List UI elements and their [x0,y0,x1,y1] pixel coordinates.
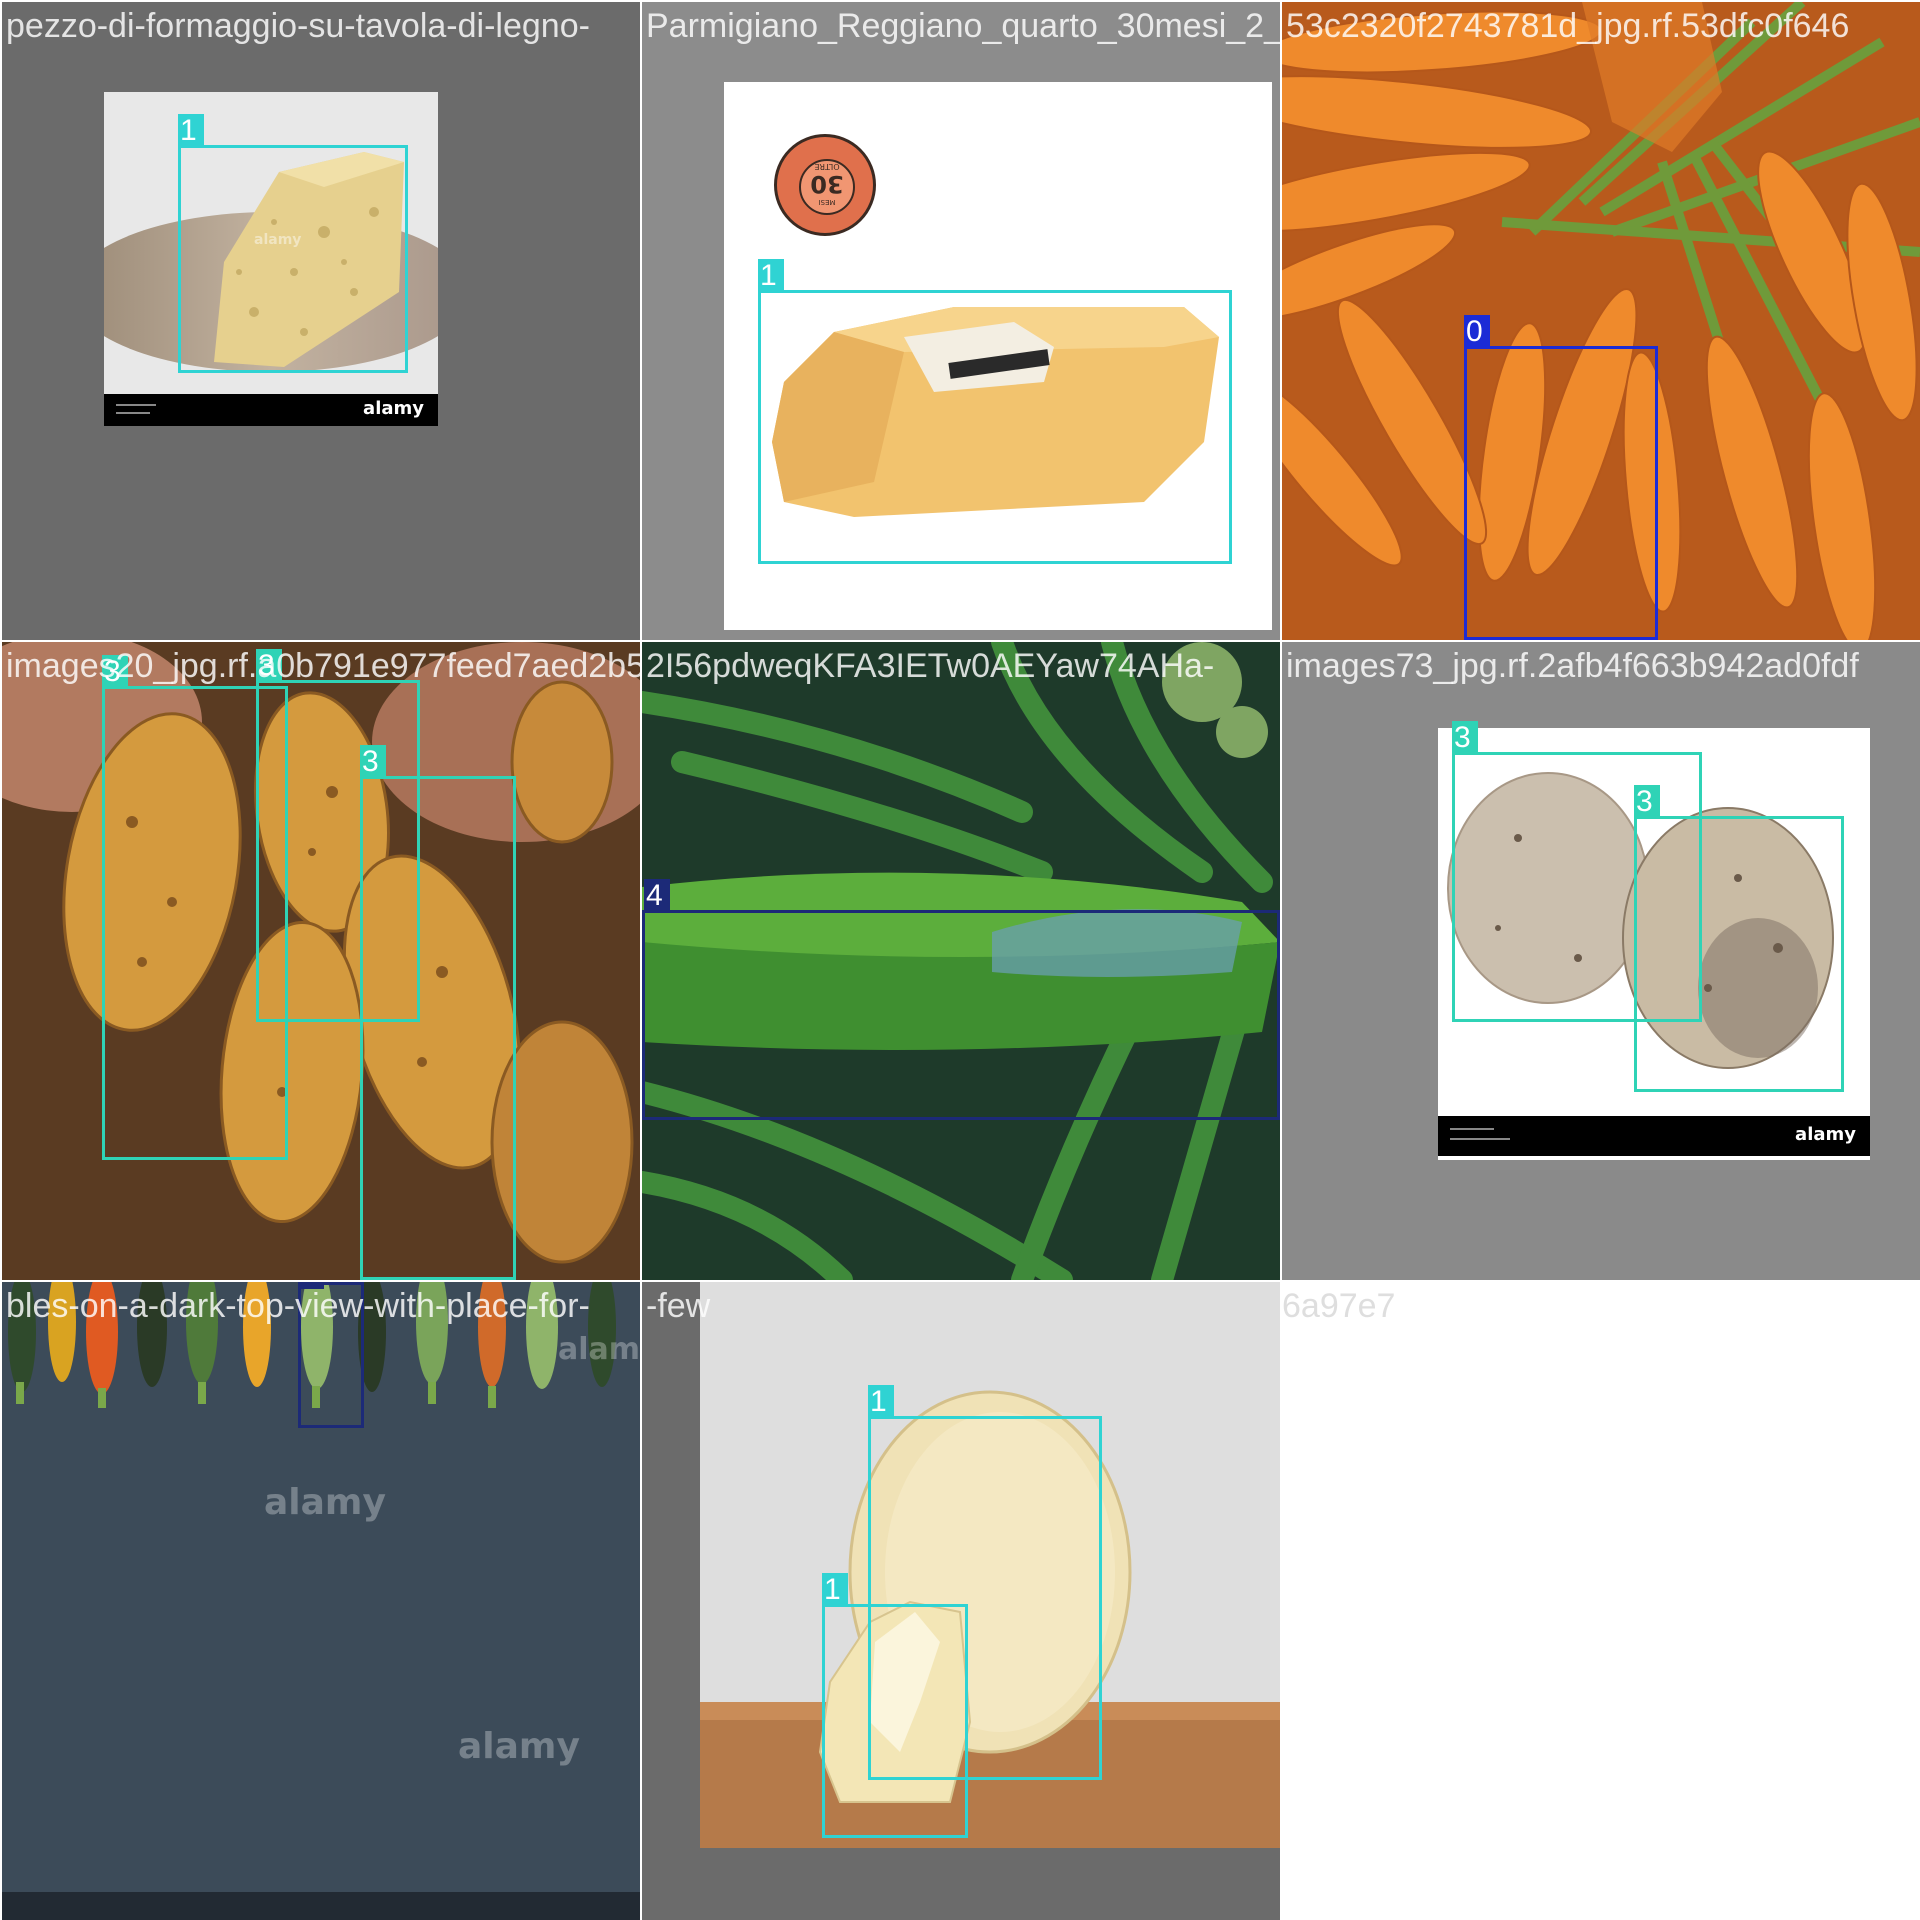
image-filename: images73_jpg.rf.2afb4f663b942ad0fdf [1286,647,1859,685]
stock-photo-footer: alamy [104,394,438,426]
footer-text-line [1450,1138,1510,1140]
image-filename: images20_jpg.rf.a0b791e977feed7aed2b5cd [6,647,640,685]
detection-box: 3 [1634,785,1844,1092]
image-filename: pezzo-di-formaggio-su-tavola-di-legno- [6,7,590,45]
footer-text-line [1450,1128,1494,1130]
detection-box: 1 [822,1573,968,1838]
detection-box-label: 1 [868,1385,894,1419]
detection-box-label: 0 [1464,315,1490,349]
image-filename: -few [646,1287,711,1325]
mosaic-tile-1: alamy alamy 1 pezzo-di-formaggio-su-tavo… [2,2,640,640]
seal-mesi-text: MESI [818,198,836,206]
watermark-text: alamy [558,1332,640,1367]
seal-inner-circle: OLTRE 30 MESI [799,159,855,215]
detection-box-label: 1 [178,114,204,148]
mosaic-tile-3: 0 53c2320f2743781d_jpg.rf.53dfc0f646 [1282,2,1920,640]
image-filename: Parmigiano_Reggiano_quarto_30mesi_2_jpg [646,7,1280,45]
image-filename: 53c2320f2743781d_jpg.rf.53dfc0f646 [1286,7,1850,45]
mosaic-tile-2: OLTRE 30 MESI 1 Parmigiano_Reggiano_quar… [642,2,1280,640]
footer-text-line [116,412,150,414]
image-filename: 2I56pdweqKFA3IETw0AEYaw74AHa- [646,647,1215,685]
detection-box-label: 4 [644,879,670,913]
mosaic-tile-6: alamy 3 3 images73_jpg.rf.2afb4f663b942a… [1282,642,1920,1280]
detection-box: 0 [1464,315,1658,640]
mosaic-tile-8: 1 1 -few [642,1282,1280,1920]
mosaic-tile-7: alamy alamy alamy 4 bles-on-a-dark-top-v… [2,1282,640,1920]
detection-box: 3 [360,745,516,1280]
stock-photo-footer: alamy [1438,1116,1870,1156]
detection-box: 1 [178,114,408,373]
seal-number-text: 30 [810,170,844,198]
watermark-text: alamy [264,1482,386,1523]
detection-box-label: 3 [360,745,386,779]
parmigiano-seal-logo: OLTRE 30 MESI [774,134,876,236]
detection-box-label: 3 [1634,785,1660,819]
alamy-logo: alamy [363,398,424,419]
detection-box: 4 [642,879,1280,1120]
detection-box-label: 1 [758,259,784,293]
mosaic-tile-5: 4 2I56pdweqKFA3IETw0AEYaw74AHa- [642,642,1280,1280]
alamy-logo: alamy [1795,1124,1856,1145]
image-filename-overflow: 6a97e7 [1282,1287,1396,1325]
detection-box-label: 1 [822,1573,848,1607]
watermark-text: alamy [458,1726,580,1767]
detection-box: 1 [758,259,1232,564]
detection-box-label: 3 [1452,721,1478,755]
image-filename: bles-on-a-dark-top-view-with-place-for- [6,1287,590,1325]
mosaic-tile-4: 3 3 3 images20_jpg.rf.a0b791e977feed7aed… [2,642,640,1280]
footer-text-line [116,404,156,406]
